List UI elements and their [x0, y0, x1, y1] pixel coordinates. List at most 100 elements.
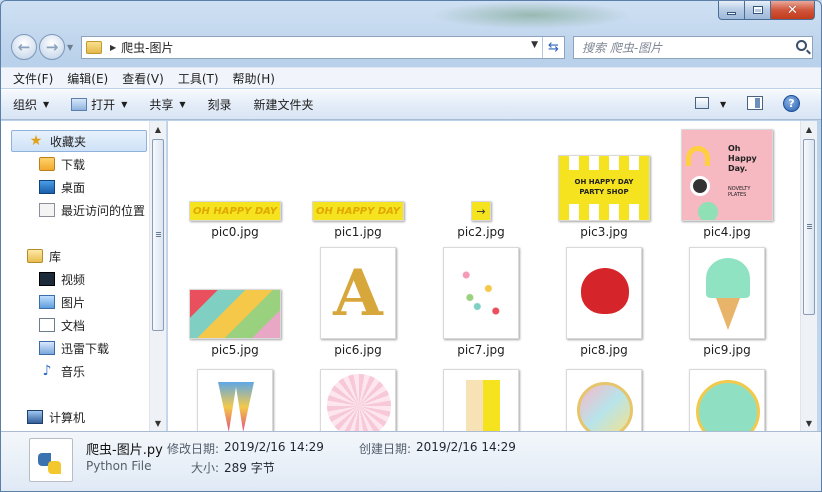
sidebar-item-label: 迅雷下载 [61, 341, 110, 356]
sidebar-item-pictures[interactable]: 图片 [39, 291, 85, 313]
address-dropdown-icon[interactable]: ▼ [531, 40, 538, 50]
sidebar-item-recent-places[interactable]: 最近访问的位置 [39, 199, 145, 221]
menu-view[interactable]: 查看(V) [122, 70, 164, 87]
file-tile[interactable]: OH HAPPY DAY pic1.jpg [303, 121, 413, 239]
thumbnail-text: Oh Happy Day. [728, 144, 757, 173]
file-thumbnail [443, 247, 519, 339]
heart-balloon-icon [581, 268, 629, 314]
file-name: pic5.jpg [211, 343, 259, 357]
address-bar[interactable]: ▶ 爬虫-图片 ▼ ⇆ [81, 36, 565, 59]
scroll-up-icon[interactable]: ▲ [801, 121, 817, 137]
size-value: 289 字节 [224, 461, 275, 475]
created-date-label: 创建日期: [359, 442, 412, 456]
back-button[interactable]: ← [11, 34, 37, 60]
ice-cream-icon [706, 258, 750, 298]
file-tile[interactable]: pic8.jpg [549, 239, 659, 357]
file-tile[interactable] [303, 369, 413, 431]
content-scroll-thumb[interactable] [803, 139, 815, 315]
search-box[interactable]: 搜索 爬虫-图片 [573, 36, 813, 59]
grip-icon [807, 224, 812, 225]
close-icon: ✕ [787, 2, 798, 18]
python-file-icon [29, 438, 73, 482]
maximize-button[interactable] [745, 1, 771, 20]
sidebar-item-label: 收藏夹 [50, 134, 87, 149]
sidebar-item-label: 图片 [61, 295, 86, 310]
menu-help[interactable]: 帮助(H) [233, 70, 275, 87]
file-thumbnail [689, 247, 765, 339]
file-name: pic7.jpg [457, 343, 505, 357]
file-tile[interactable]: A pic6.jpg [303, 239, 413, 357]
paper-icon [466, 380, 500, 431]
refresh-button[interactable]: ⇆ [542, 37, 564, 58]
file-tile[interactable] [549, 369, 659, 431]
folder-icon [86, 41, 102, 54]
recent-places-icon [39, 203, 55, 217]
command-bar: 组织 ▼ 打开 ▼ 共享 ▼ 刻录 新建文件夹 ▼ ? [1, 89, 821, 120]
file-name: pic2.jpg [457, 225, 505, 239]
file-thumbnail: OH HAPPY DAY [312, 201, 404, 221]
file-thumbnail [566, 247, 642, 339]
file-tile[interactable]: pic7.jpg [426, 239, 536, 357]
sidebar-item-documents[interactable]: 文档 [39, 314, 85, 336]
file-tile[interactable] [426, 369, 536, 431]
sidebar-item-favorites[interactable]: ★ 收藏夹 [11, 130, 147, 152]
search-input[interactable]: 搜索 爬虫-图片 [582, 39, 662, 56]
menu-tools[interactable]: 工具(T) [178, 70, 219, 87]
breadcrumb-current[interactable]: 爬虫-图片 [121, 39, 173, 56]
file-tile[interactable]: Oh Happy Day. NOVELTY PLATES pic4.jpg [672, 121, 782, 239]
sidebar-item-computer[interactable]: 计算机 [27, 406, 85, 428]
forward-button[interactable]: → [39, 34, 65, 60]
minimize-button[interactable] [718, 1, 745, 20]
chevron-down-icon: ▼ [43, 100, 50, 109]
smiley-plate-icon [696, 380, 760, 431]
sidebar-scrollbar[interactable]: ▲ ▼ [149, 121, 166, 431]
menu-bar: 文件(F) 编辑(E) 查看(V) 工具(T) 帮助(H) [1, 67, 821, 88]
thumbnail-text-2: NOVELTY PLATES [728, 186, 751, 198]
scroll-down-icon[interactable]: ▼ [801, 415, 817, 431]
share-button[interactable]: 共享 ▼ [149, 96, 185, 113]
menu-edit[interactable]: 编辑(E) [67, 70, 108, 87]
scroll-down-icon[interactable]: ▼ [150, 415, 166, 431]
organize-button[interactable]: 组织 ▼ [13, 96, 49, 113]
search-icon[interactable] [796, 40, 807, 51]
paper-fan-icon [327, 374, 391, 431]
burn-button[interactable]: 刻录 [208, 96, 232, 113]
new-folder-button[interactable]: 新建文件夹 [254, 96, 314, 113]
sidebar-scroll-thumb[interactable] [152, 139, 164, 331]
file-tile[interactable]: pic9.jpg [672, 239, 782, 357]
sidebar-item-desktop[interactable]: 桌面 [39, 176, 85, 198]
change-view-icon[interactable] [695, 97, 709, 109]
share-label: 共享 [149, 98, 174, 112]
file-tile[interactable] [672, 369, 782, 431]
breadcrumb-chevron-icon[interactable]: ▶ [110, 43, 116, 52]
file-tile[interactable]: OH HAPPY DAY pic0.jpg [180, 121, 290, 239]
title-bar-glow [431, 1, 631, 29]
sidebar-item-music[interactable]: ♪ 音乐 [39, 360, 85, 382]
sidebar-item-videos[interactable]: 视频 [39, 268, 85, 290]
recent-pages-dropdown[interactable]: ▼ [67, 43, 73, 52]
selected-file-type: Python File [86, 459, 152, 473]
plate-icon [690, 176, 710, 196]
sidebar-item-label: 下载 [61, 157, 86, 172]
help-icon[interactable]: ? [783, 95, 800, 112]
preview-pane-icon[interactable] [747, 96, 763, 110]
desktop-icon [39, 180, 55, 194]
scroll-up-icon[interactable]: ▲ [150, 121, 166, 137]
view-options-dropdown[interactable]: ▼ [720, 100, 726, 109]
file-tile[interactable] [180, 369, 290, 431]
file-name: pic8.jpg [580, 343, 628, 357]
file-tile[interactable]: pic5.jpg [180, 239, 290, 357]
content-scrollbar[interactable]: ▲ ▼ [800, 121, 817, 431]
thumbnail-text: OH HAPPY DAY PARTY SHOP [565, 170, 643, 204]
menu-file[interactable]: 文件(F) [13, 70, 53, 87]
organize-label: 组织 [13, 98, 38, 112]
file-tile[interactable]: → pic2.jpg [426, 121, 536, 239]
maximize-icon [752, 6, 763, 14]
open-button[interactable]: 打开 ▼ [71, 96, 127, 113]
sidebar-item-downloads[interactable]: 下载 [39, 153, 85, 175]
sidebar-item-thunder-downloads[interactable]: 迅雷下载 [39, 337, 109, 359]
close-button[interactable]: ✕ [771, 1, 815, 20]
file-tile[interactable]: OH HAPPY DAY PARTY SHOP pic3.jpg [549, 121, 659, 239]
sidebar-item-libraries[interactable]: 库 [27, 245, 61, 267]
smiley-plate-icon [698, 202, 718, 220]
